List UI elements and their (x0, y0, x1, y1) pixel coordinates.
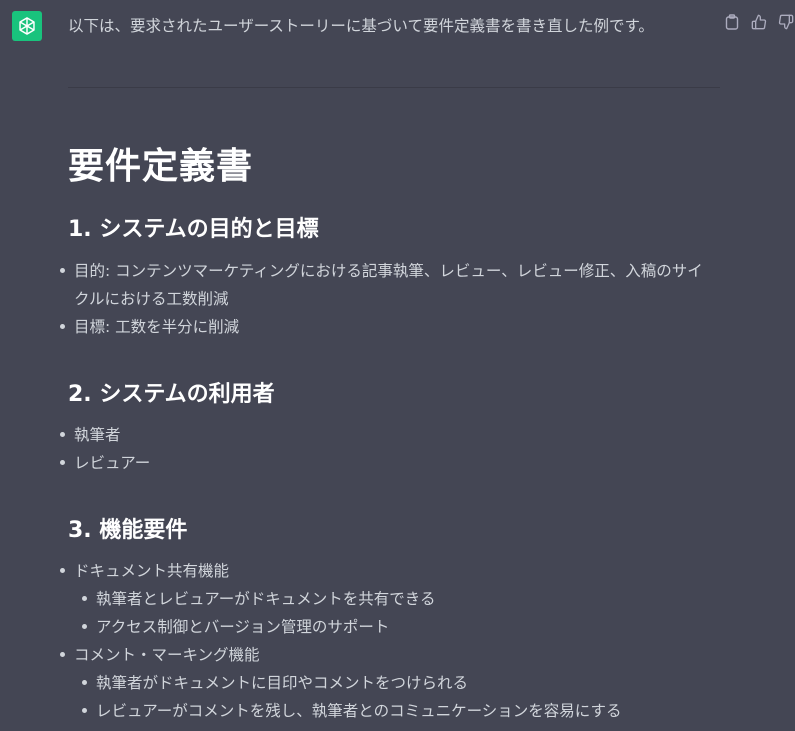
list-item: コメント・マーキング機能 (74, 646, 260, 664)
list-item: 執筆者 (74, 426, 121, 444)
section-title-users: 2. システムの利用者 (68, 382, 275, 407)
bullet (60, 432, 65, 437)
list-item: 目標: 工数を半分に削減 (74, 318, 240, 336)
document-title: 要件定義書 (68, 146, 254, 187)
thumbs-up-icon[interactable] (750, 13, 768, 31)
section-title-functional-requirements: 3. 機能要件 (68, 518, 188, 543)
assistant-avatar (12, 11, 42, 41)
sub-list-item: レビュアーがコメントを残し、執筆者とのコミュニケーションを容易にする (96, 702, 622, 720)
bullet (60, 568, 65, 573)
bullet (60, 652, 65, 657)
bullet (60, 324, 65, 329)
separator (68, 87, 720, 88)
sub-bullet (82, 624, 87, 629)
bullet (60, 460, 65, 465)
sub-list-item: アクセス制御とバージョン管理のサポート (96, 618, 390, 636)
section-title-purpose: 1. システムの目的と目標 (68, 217, 319, 242)
thumbs-down-icon[interactable] (777, 13, 795, 31)
openai-logo-icon (19, 17, 35, 35)
sub-bullet (82, 708, 87, 713)
message-intro: 以下は、要求されたユーザーストーリーに基づいて要件定義書を書き直した例です。 (68, 17, 654, 35)
list-item-continuation: クルにおける工数削減 (74, 290, 229, 308)
sub-bullet (82, 596, 87, 601)
copy-icon[interactable] (723, 13, 741, 31)
bullet (60, 268, 65, 273)
sub-bullet (82, 680, 87, 685)
sub-list-item: 執筆者とレビュアーがドキュメントを共有できる (96, 590, 436, 608)
sub-list-item: 執筆者がドキュメントに目印やコメントをつけられる (96, 674, 469, 692)
list-item: 目的: コンテンツマーケティングにおける記事執筆、レビュー、レビュー修正、入稿の… (74, 262, 703, 280)
message-actions (723, 13, 795, 31)
list-item: ドキュメント共有機能 (74, 562, 230, 580)
list-item: レビュアー (74, 454, 151, 472)
